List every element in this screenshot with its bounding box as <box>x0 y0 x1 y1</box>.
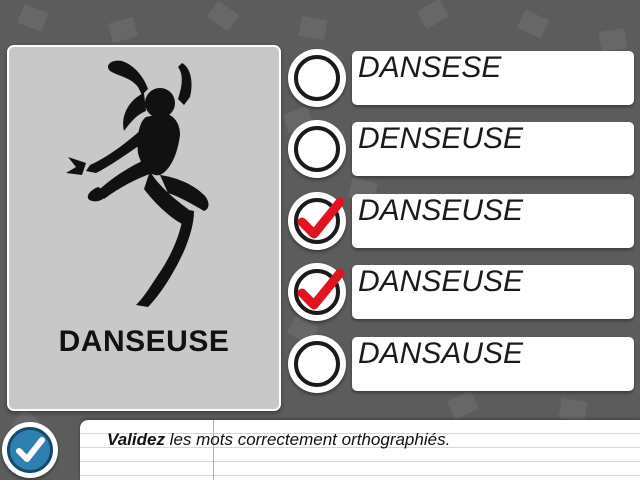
option-2-radio[interactable] <box>288 120 346 178</box>
option-1-answer[interactable]: DANSESE <box>352 51 634 105</box>
option-5-radio[interactable] <box>288 335 346 393</box>
option-3: DANSEUSE <box>288 192 638 250</box>
option-1-radio[interactable] <box>288 49 346 107</box>
option-3-label: DANSEUSE <box>358 194 524 227</box>
option-4-answer[interactable]: DANSEUSE <box>352 265 634 319</box>
option-2-label: DENSEUSE <box>358 122 524 155</box>
validate-button-face <box>7 427 53 473</box>
notepad-margin-line <box>213 420 214 480</box>
option-2-answer[interactable]: DENSEUSE <box>352 122 634 176</box>
word-image-card: DANSEUSE <box>7 45 281 411</box>
option-4: DANSEUSE <box>288 263 638 321</box>
instruction-panel: Validez les mots correctement orthograph… <box>80 420 640 480</box>
option-5: DANSAUSE <box>288 335 638 393</box>
option-5-label: DANSAUSE <box>358 337 524 370</box>
option-2: DENSEUSE <box>288 120 638 178</box>
dancer-illustration <box>66 60 209 307</box>
instruction-rest: les mots correctement orthographiés. <box>164 430 451 449</box>
checkmark-icon <box>16 437 45 462</box>
empty-circle-icon <box>294 55 340 101</box>
instruction-bold: Validez <box>107 430 165 449</box>
option-1: DANSESE <box>288 49 638 107</box>
validate-button[interactable] <box>2 422 58 478</box>
empty-circle-icon <box>294 341 340 387</box>
option-4-radio[interactable] <box>288 263 346 321</box>
option-1-label: DANSESE <box>358 51 502 84</box>
target-word: DANSEUSE <box>58 325 230 358</box>
option-3-radio[interactable] <box>288 192 346 250</box>
red-checkmark-icon <box>297 197 345 239</box>
option-4-label: DANSEUSE <box>358 265 524 298</box>
red-checkmark-icon <box>297 268 345 310</box>
empty-circle-icon <box>294 126 340 172</box>
option-5-answer[interactable]: DANSAUSE <box>352 337 634 391</box>
instruction-text: Validez les mots correctement orthograph… <box>107 430 450 450</box>
option-3-answer[interactable]: DANSEUSE <box>352 194 634 248</box>
